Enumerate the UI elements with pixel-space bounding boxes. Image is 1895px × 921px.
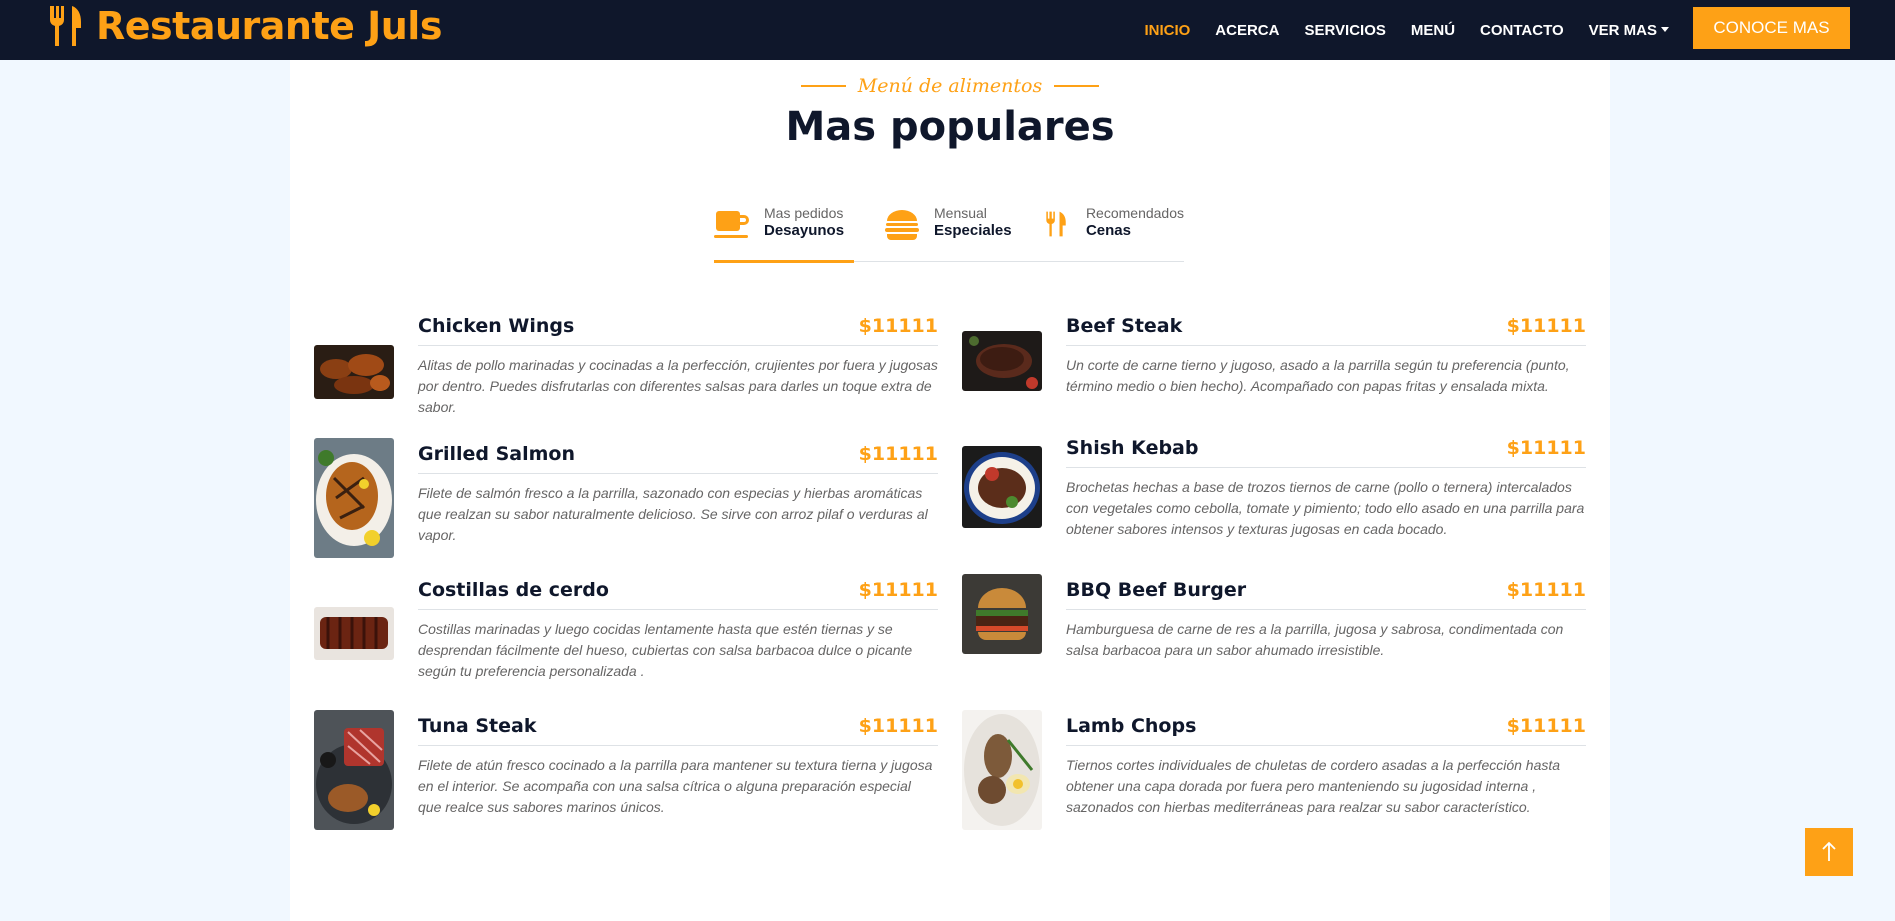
menu-item-description: Brochetas hechas a base de trozos tierno…	[1066, 479, 1585, 537]
menu-item-price: $11111	[1506, 315, 1586, 337]
menu-item-image	[962, 331, 1042, 391]
menu-tabs: Mas pedidos Desayunos Mensual Especiales	[714, 200, 1184, 263]
tab-desayunos-label: Desayunos	[764, 222, 845, 239]
menu-item-price: $11111	[858, 715, 938, 737]
menu-item-image	[314, 607, 394, 660]
menu-item-image	[314, 345, 394, 399]
section-subtitle: Menú de alimentos	[290, 75, 1610, 97]
nav-links: INICIO ACERCA SERVICIOS MENÚ CONTACTO VE…	[1144, 0, 1669, 60]
menu-item-price: $11111	[858, 579, 938, 601]
tab-especiales[interactable]: Mensual Especiales	[884, 200, 1019, 262]
menu-item-description: Filete de salmón fresco a la parrilla, s…	[418, 485, 928, 543]
menu-item-price: $11111	[1506, 579, 1586, 601]
menu-item-name: Shish Kebab	[1066, 437, 1199, 459]
menu-item-name: Costillas de cerdo	[418, 579, 609, 601]
arrow-up-icon	[1822, 841, 1836, 861]
brand-link[interactable]: Restaurante Juls	[48, 4, 442, 48]
menu-item-description: Tiernos cortes individuales de chuletas …	[1066, 757, 1561, 815]
brand-name: Restaurante Juls	[96, 4, 442, 48]
menu-item-name: Beef Steak	[1066, 315, 1183, 337]
menu-item-description: Filete de atún fresco cocinado a la parr…	[418, 757, 933, 815]
tab-cenas-label: Cenas	[1085, 222, 1131, 239]
menu-item-image	[962, 446, 1042, 528]
nav-item-ver-mas-label: VER MAS	[1588, 21, 1657, 39]
nav-item-inicio[interactable]: INICIO	[1144, 22, 1190, 39]
menu-item-price: $11111	[1506, 437, 1586, 459]
divider-left	[800, 85, 846, 87]
tab-cenas[interactable]: Recomendados Cenas	[1044, 200, 1184, 262]
menu-item-price: $11111	[858, 315, 938, 337]
nav-item-contacto[interactable]: CONTACTO	[1480, 22, 1564, 39]
hamburger-icon	[885, 210, 919, 240]
navbar: Restaurante Juls INICIO ACERCA SERVICIOS…	[0, 0, 1895, 60]
tab-cenas-small: Recomendados	[1085, 205, 1184, 221]
nav-item-acerca[interactable]: ACERCA	[1215, 22, 1279, 39]
menu-item-description: Costillas marinadas y luego cocidas lent…	[418, 621, 913, 679]
menu-item-image	[962, 710, 1042, 830]
menu-item-image	[314, 438, 394, 558]
menu-item-name: Tuna Steak	[418, 715, 537, 737]
menu-item-name: BBQ Beef Burger	[1066, 579, 1247, 601]
menu-item-description: Alitas de pollo marinadas y cocinadas a …	[418, 357, 938, 415]
conoce-mas-button[interactable]: CONOCE MAS	[1693, 7, 1850, 49]
menu-item-image	[314, 710, 394, 830]
tab-desayunos-small: Mas pedidos	[764, 205, 844, 221]
section-title: Mas populares	[785, 104, 1115, 150]
menu-item-image	[962, 574, 1042, 654]
menu-item-name: Chicken Wings	[418, 315, 575, 337]
menu-item-name: Grilled Salmon	[418, 443, 576, 465]
nav-dropdown-ver-mas[interactable]: VER MAS	[1589, 22, 1669, 39]
tab-desayunos[interactable]: Mas pedidos Desayunos	[714, 200, 854, 263]
utensils-icon	[1046, 211, 1066, 237]
menu-item-description: Hamburguesa de carne de res a la parrill…	[1066, 621, 1564, 658]
menu-section: Menú de alimentos Mas populares Mas pedi…	[290, 60, 1610, 921]
coffee-icon	[714, 211, 749, 238]
divider-right	[1054, 85, 1100, 87]
menu-item-price: $11111	[1506, 715, 1586, 737]
back-to-top-button[interactable]	[1805, 828, 1853, 876]
tab-especiales-small: Mensual	[934, 205, 987, 221]
utensils-icon	[49, 6, 81, 46]
caret-down-icon	[1661, 26, 1669, 32]
menu-item-name: Lamb Chops	[1066, 715, 1197, 737]
nav-item-menu[interactable]: MENÚ	[1411, 22, 1455, 39]
nav-item-servicios[interactable]: SERVICIOS	[1304, 22, 1385, 39]
tab-especiales-label: Especiales	[934, 222, 1012, 239]
menu-item-description: Un corte de carne tierno y jugoso, asado…	[1066, 357, 1570, 394]
section-subtitle-text: Menú de alimentos	[857, 75, 1043, 97]
menu-item-price: $11111	[858, 443, 938, 465]
